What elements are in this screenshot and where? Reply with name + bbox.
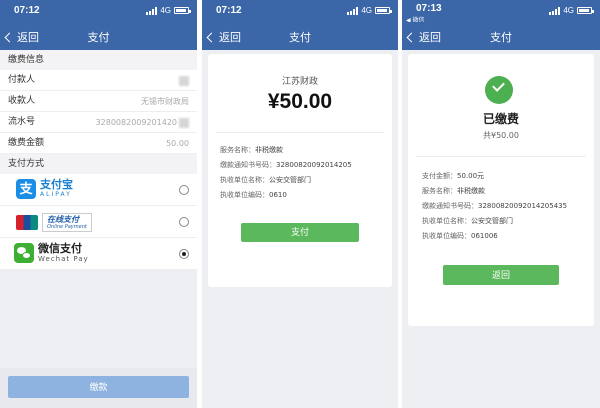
info-unit-code: 执收单位编码：0610 — [220, 191, 287, 199]
page-title: 支付 — [490, 32, 512, 44]
amount-label: 缴费金额 — [8, 138, 45, 148]
alipay-label: 支付宝 — [40, 178, 73, 191]
status-time: 07:13 — [416, 3, 442, 14]
info-unit-name: 执收单位名称：公安交管部门 — [220, 176, 311, 184]
battery-icon — [174, 7, 191, 14]
network-label: 4G — [563, 6, 574, 15]
signal-icon — [549, 6, 561, 15]
alipay-icon: 支 — [16, 179, 36, 199]
battery-icon — [375, 7, 392, 14]
bank-card-icon — [16, 215, 38, 230]
amount-value: 50.00 — [166, 139, 189, 148]
signal-icon — [347, 6, 359, 15]
network-label: 4G — [361, 6, 372, 15]
payee-row: 收款人 无锡市财政局 — [0, 91, 197, 112]
wechat-radio[interactable] — [179, 249, 189, 259]
status-bar: 07:12 4G — [202, 0, 398, 22]
payee-value: 无锡市财政局 — [141, 97, 189, 106]
info-unit-name: 执收单位名称：公安交管部门 — [422, 217, 513, 225]
redacted-mark — [179, 75, 189, 86]
serial-row: 流水号 3280082009201420 — [0, 112, 197, 133]
unionpay-sublabel: Online Payment — [47, 224, 87, 230]
divider — [216, 132, 384, 133]
divider — [416, 156, 586, 157]
wechat-icon — [14, 243, 34, 263]
submit-payment-button[interactable]: 缴款 — [8, 376, 189, 398]
result-card: 已缴费 共¥50.00 支付金额：50.00元 服务名称：非税缴款 缴款通知书号… — [408, 54, 594, 326]
status-time: 07:12 — [14, 5, 40, 16]
bottom-bar: 缴款 — [0, 368, 197, 408]
status-signal: 4G — [549, 6, 594, 15]
pay-method-unionpay[interactable]: 在线支付 Online Payment — [0, 206, 197, 238]
payment-card: 江苏财政 ¥50.00 服务名称：非税缴款 缴款通知书号码：3280082009… — [208, 54, 392, 287]
paid-title: 已缴费 — [482, 112, 519, 126]
payment-success-screen: 07:13 ◀ 微信 4G 返回 支付 已缴费 共¥50.00 支付金额：50.… — [402, 0, 600, 408]
payee-label: 收款人 — [8, 96, 36, 106]
network-label: 4G — [160, 6, 171, 15]
info-unit-code: 执收单位编码：061006 — [422, 232, 498, 240]
status-time: 07:12 — [216, 5, 242, 16]
pay-button[interactable]: 支付 — [241, 223, 359, 242]
payer-label: 付款人 — [8, 75, 36, 85]
serial-label: 流水号 — [8, 117, 36, 127]
wechat-label: 微信支付 — [38, 242, 82, 255]
unionpay-radio[interactable] — [179, 217, 189, 227]
unionpay-logo: 在线支付 Online Payment — [16, 213, 92, 232]
payment-amount: ¥50.00 — [267, 90, 333, 113]
status-signal: 4G — [146, 6, 191, 15]
battery-icon — [577, 7, 594, 14]
page-title: 支付 — [87, 32, 110, 44]
status-signal: 4G — [347, 6, 392, 15]
status-bar: 07:12 4G — [0, 0, 197, 22]
payer-row: 付款人 — [0, 70, 197, 91]
payer-value — [177, 70, 189, 91]
payment-select-screen: 07:12 4G 返回 支付 缴费信息 付款人 收款人 无锡市财政局 流水号 3… — [0, 0, 197, 408]
alipay-radio[interactable] — [179, 185, 189, 195]
pay-method-header: 支付方式 — [0, 154, 197, 174]
nav-bar: 返回 支付 — [202, 22, 398, 50]
alipay-logo: 支 支付宝 ALIPAY — [16, 179, 73, 199]
redacted-mark — [179, 117, 189, 128]
fee-info-header: 缴费信息 — [0, 50, 197, 70]
unionpay-label: 在线支付 — [47, 215, 79, 224]
nav-bar: 返回 支付 — [0, 22, 197, 50]
nav-bar: 返回 支付 — [402, 22, 600, 50]
amount-row: 缴费金额 50.00 — [0, 133, 197, 154]
info-service: 服务名称：非税缴款 — [422, 187, 485, 195]
payment-confirm-screen: 07:12 4G 返回 支付 江苏财政 ¥50.00 服务名称：非税缴款 缴款通… — [202, 0, 398, 408]
info-notice-no: 缴款通知书号码：3280082009201420543​5 — [422, 202, 568, 210]
page-title: 支付 — [289, 32, 311, 44]
info-service: 服务名称：非税缴款 — [220, 146, 283, 154]
serial-value: 3280082009201420 — [96, 112, 189, 133]
alipay-sublabel: ALIPAY — [40, 191, 72, 198]
status-bar: 07:13 ◀ 微信 4G — [402, 0, 600, 24]
signal-icon — [146, 6, 158, 15]
info-pay-amount: 支付金额：50.00元 — [422, 172, 485, 180]
info-notice-no: 缴款通知书号码：32800820092014205 — [220, 161, 352, 169]
pay-method-wechat[interactable]: 微信支付 Wechat Pay — [0, 238, 197, 270]
paid-total: 共¥50.00 — [483, 131, 519, 140]
wechat-sublabel: Wechat Pay — [38, 255, 89, 263]
wechat-logo: 微信支付 Wechat Pay — [14, 243, 89, 263]
return-button[interactable]: 返回 — [443, 265, 559, 285]
check-circle-icon — [485, 76, 513, 104]
pay-method-alipay[interactable]: 支 支付宝 ALIPAY — [0, 174, 197, 206]
org-name: 江苏财政 — [281, 77, 318, 87]
